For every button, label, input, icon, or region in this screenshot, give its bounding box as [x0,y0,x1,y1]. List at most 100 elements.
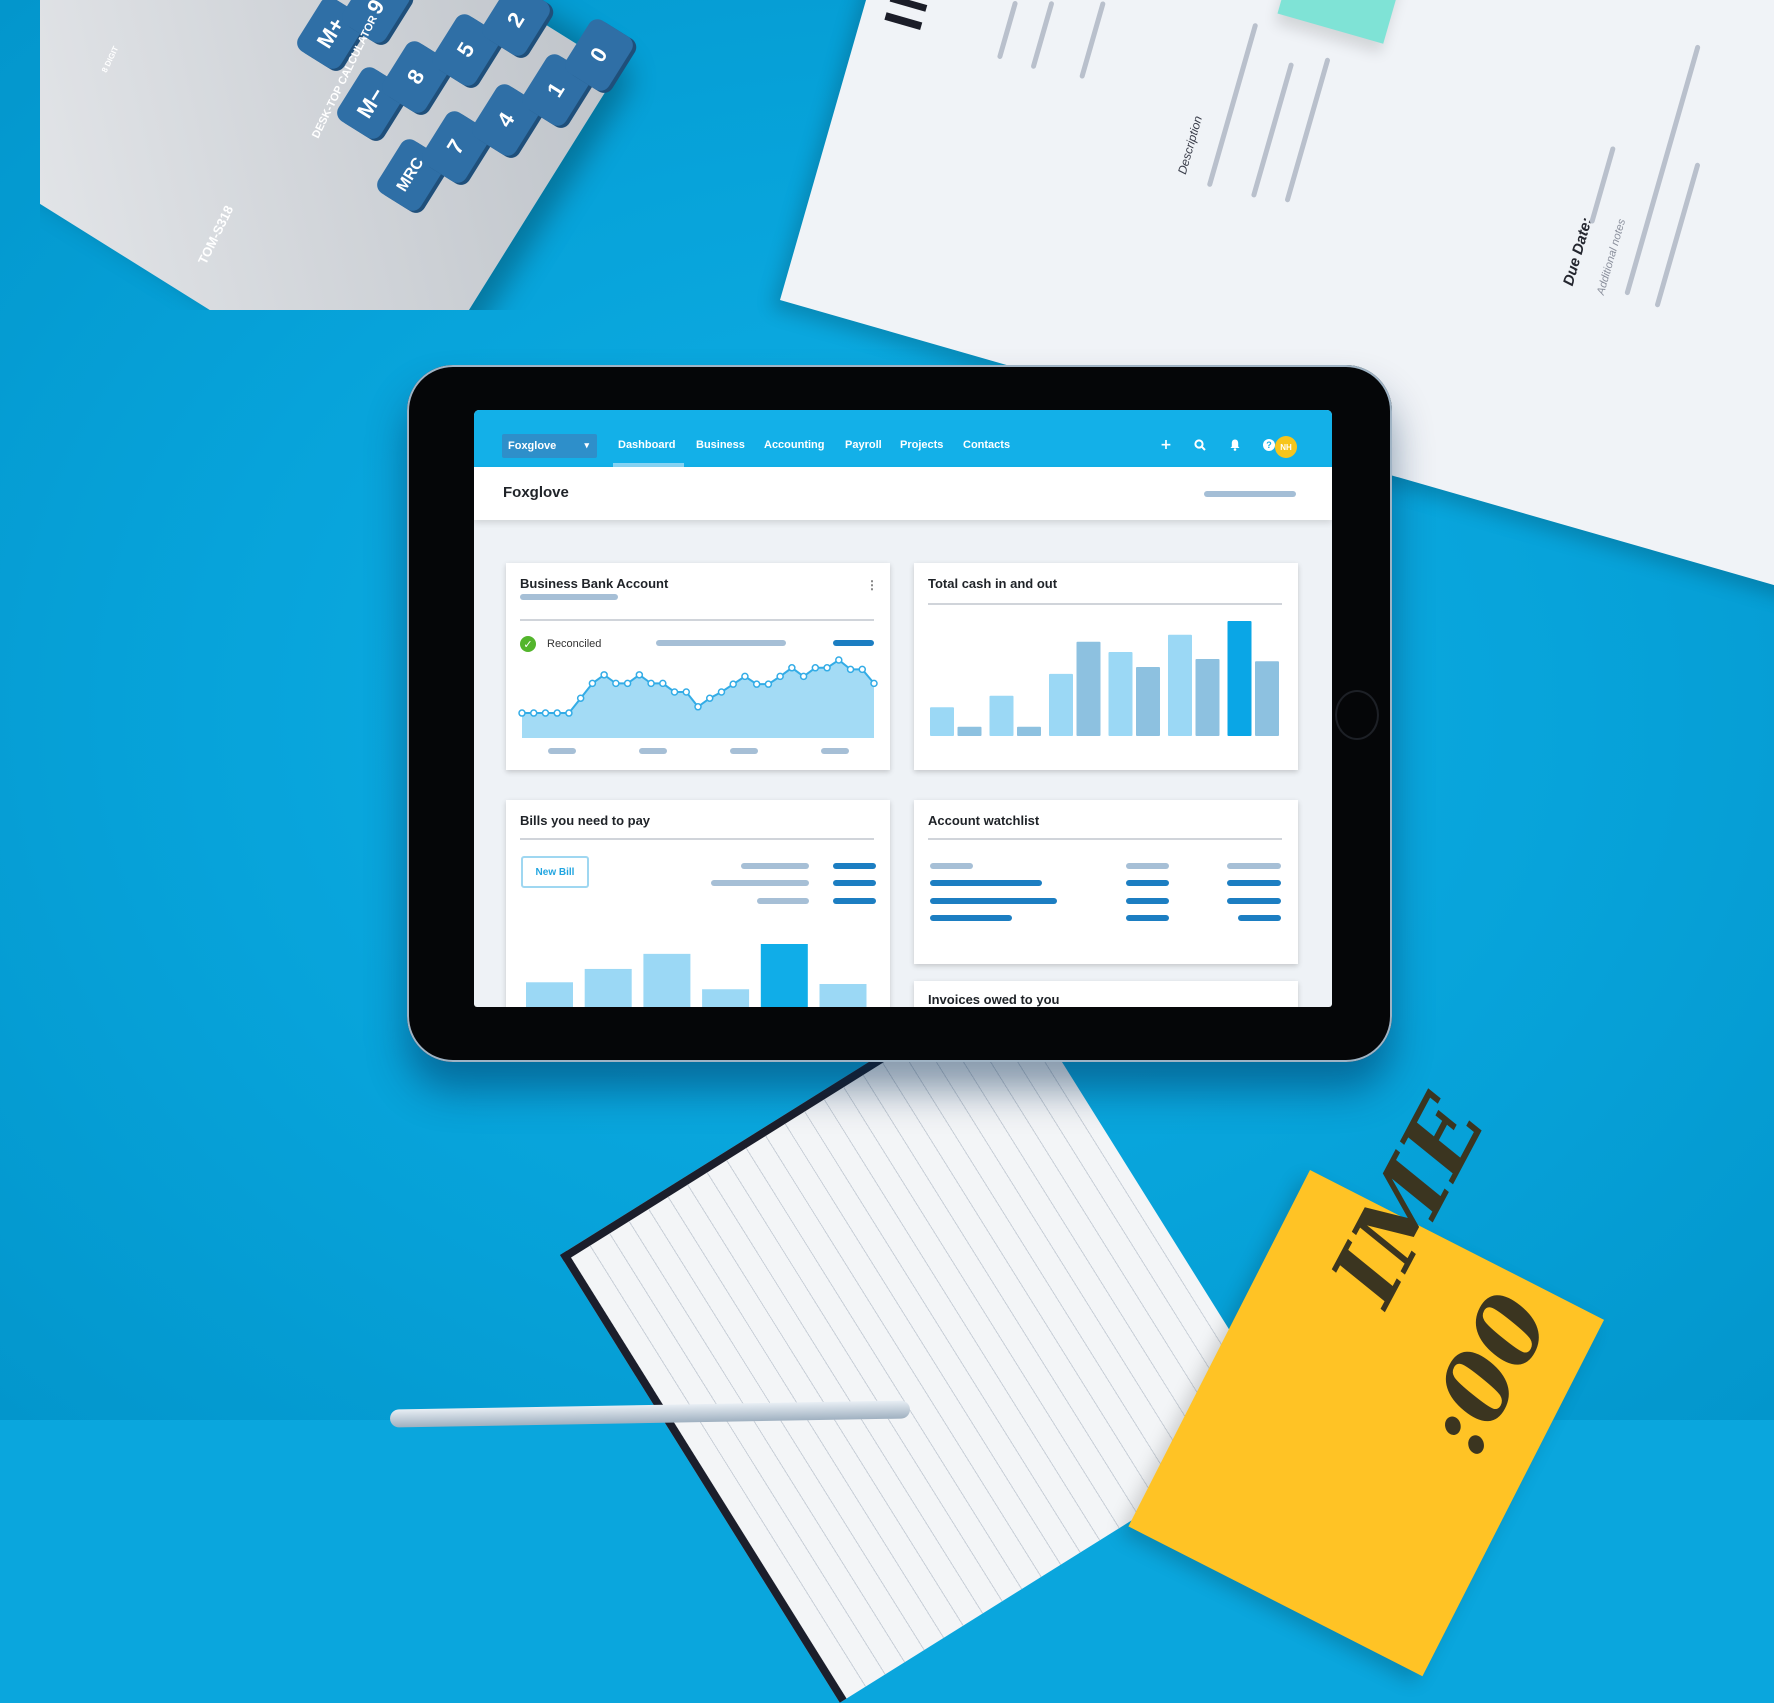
new-bill-button[interactable]: New Bill [521,856,589,888]
data-point [776,672,784,681]
bill-bar [643,953,691,1007]
search-icon-glyph [1194,439,1206,451]
bill-bar [702,989,750,1007]
more-options-icon[interactable]: ⋮ [866,579,878,591]
data-point [565,709,573,717]
search-icon[interactable] [1192,437,1208,453]
watchlist-account-placeholder[interactable] [930,915,1012,921]
card-invoices-owed[interactable]: Invoices owed to you [914,981,1298,1007]
card-divider [928,603,1282,605]
bill-bar [526,982,573,1007]
data-point [846,665,855,674]
bar-cash-out [1017,726,1041,736]
watchlist-value-placeholder [1126,898,1169,904]
page-header: Foxglove [474,467,1332,520]
x-tick-placeholder [639,748,667,754]
data-point [870,679,878,688]
data-point [741,672,749,681]
notifications-bell-icon[interactable] [1227,437,1243,453]
balance-value-placeholder [833,640,874,646]
header-placeholder-bar [1204,491,1296,497]
nav-tab-contacts[interactable]: Contacts [963,439,1010,451]
data-point [647,679,655,688]
tablet-home-button [1335,690,1379,740]
data-point [823,664,831,672]
balance-placeholder [656,640,786,646]
data-point [588,679,597,688]
x-tick-placeholder [730,748,758,754]
bar-cash-in [930,707,954,736]
bar-cash-out [1255,661,1279,736]
card-title: Account watchlist [928,813,1040,828]
data-point [623,679,632,688]
nav-tab-dashboard[interactable]: Dashboard [618,439,675,451]
bill-amount-placeholder [833,880,876,886]
card-title: Business Bank Account [520,576,669,591]
data-point [529,709,538,717]
x-tick-placeholder [548,748,576,754]
bar-cash-out [957,726,982,736]
watchlist-header-placeholder [1227,863,1281,869]
card-title: Bills you need to pay [520,813,651,828]
bar-cash-out [1136,667,1160,736]
chevron-down-icon: ▾ [584,440,589,450]
tablet-screen: Foxglove ▾ Dashboard Business Accounting… [474,410,1332,1007]
data-point [553,709,561,717]
watchlist-account-placeholder[interactable] [930,898,1057,904]
card-divider [520,838,874,840]
bill-label-placeholder [741,863,809,869]
data-point [764,680,773,688]
bill-bar [819,984,867,1007]
top-navigation-bar: Foxglove ▾ Dashboard Business Accounting… [474,410,1332,467]
data-point [670,688,679,696]
bar-cash-in [989,695,1014,736]
card-divider [520,619,874,621]
organization-name: Foxglove [508,440,557,452]
data-point [518,709,526,717]
organization-switcher[interactable]: Foxglove ▾ [502,434,597,458]
bill-amount-placeholder [833,898,876,904]
bill-amount-placeholder [833,863,876,869]
bill-label-placeholder [757,898,809,904]
area-fill [522,660,874,738]
data-point [729,680,737,688]
nav-tab-payroll[interactable]: Payroll [845,439,882,451]
bill-bar [584,968,632,1007]
card-business-bank-account[interactable]: Business Bank Account ⋮ ✓ Reconciled [506,563,890,770]
watchlist-value-placeholder [1126,915,1169,921]
data-point [635,671,644,679]
nav-tab-business[interactable]: Business [696,439,745,451]
card-title: Invoices owed to you [928,992,1060,1007]
bill-bar [760,944,808,1007]
data-point [858,665,867,674]
data-point [788,664,796,672]
card-bills-to-pay[interactable]: Bills you need to pay New Bill [506,800,890,1007]
data-point [752,680,761,688]
data-point [835,656,843,664]
data-point [705,694,714,702]
watchlist-value-placeholder [1238,915,1281,921]
bar-cash-out [1076,641,1101,736]
nav-tab-projects[interactable]: Projects [900,439,943,451]
watchlist-account-placeholder[interactable] [930,880,1042,886]
bills-bar-chart [526,944,867,1007]
watchlist-value-placeholder [1227,898,1281,904]
reconciled-status: Reconciled [547,638,602,650]
user-avatar[interactable]: NH [1275,436,1297,458]
card-account-watchlist[interactable]: Account watchlist [914,800,1298,964]
card-total-cash-in-out[interactable]: Total cash in and out [914,563,1298,770]
data-point [717,688,726,696]
data-point [799,672,808,681]
bell-icon-glyph [1230,439,1240,451]
data-point [612,679,620,688]
bar-cash-in [1168,634,1192,736]
add-icon[interactable]: + [1158,437,1174,453]
data-point [682,688,691,696]
nav-tab-accounting[interactable]: Accounting [764,439,825,451]
bank-balance-area-chart [518,656,878,738]
data-point [694,703,702,711]
bar-cash-in [1227,621,1252,736]
bill-label-placeholder [711,880,809,886]
bar-cash-out [1195,658,1220,736]
data-point [659,679,667,688]
